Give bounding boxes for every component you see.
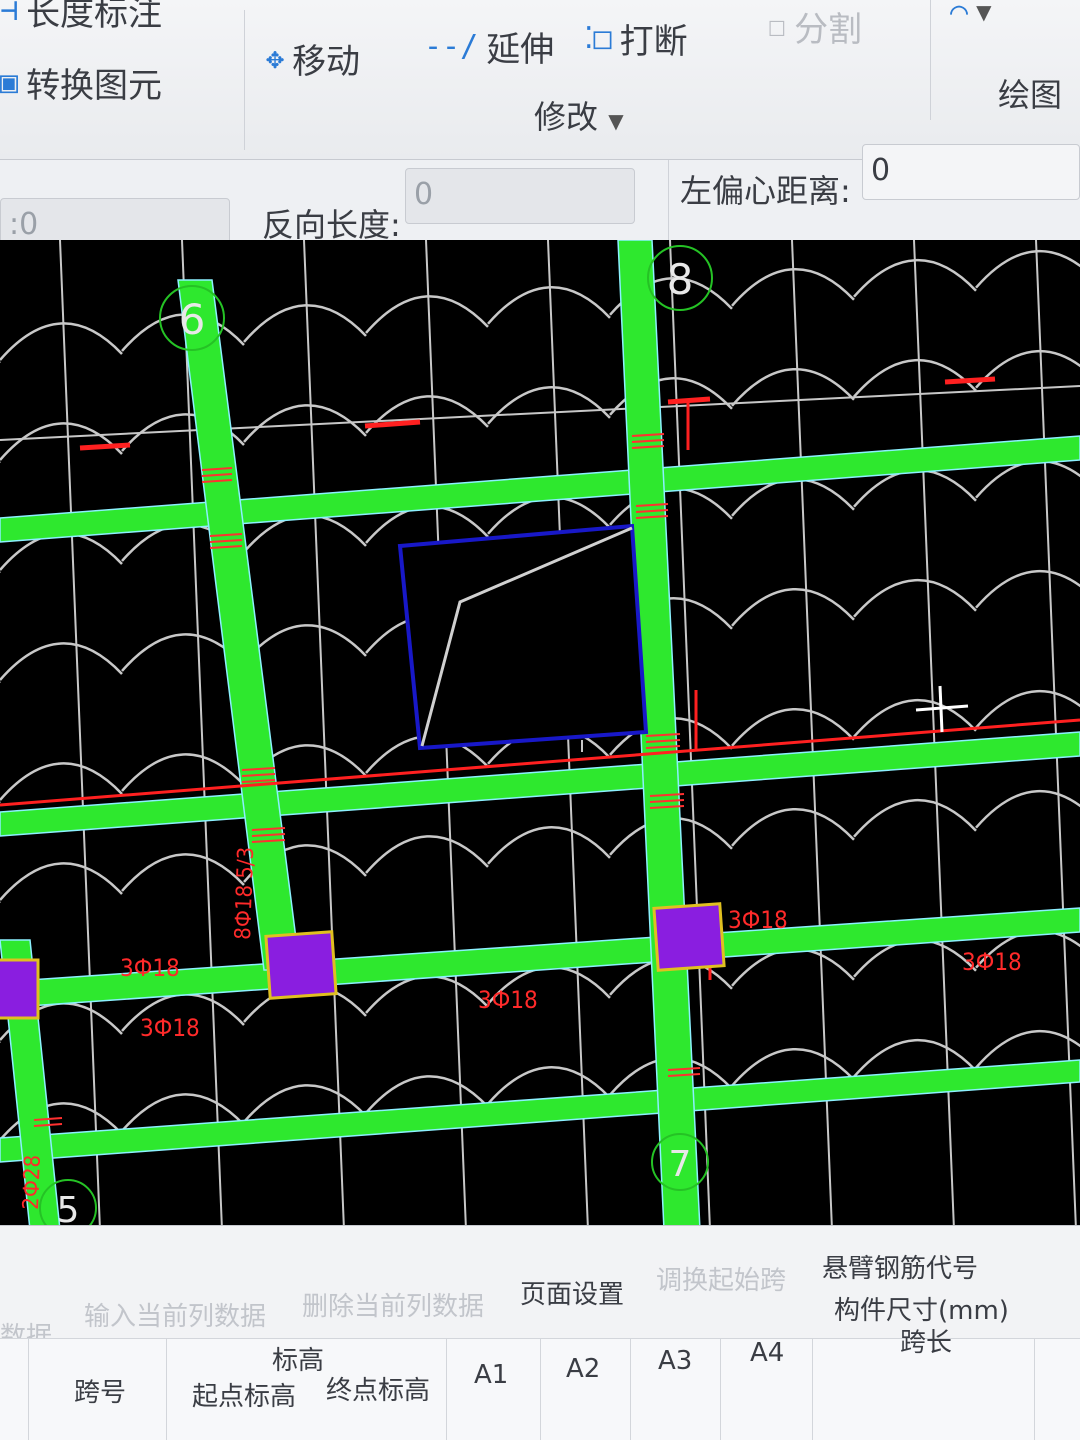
ribbon-separator: [930, 0, 931, 120]
break-label: 打断: [619, 22, 688, 62]
toolbar-swap-span[interactable]: 调换起始跨: [656, 1260, 786, 1297]
column[interactable]: [264, 930, 338, 1000]
left-offset-label: 左偏心距离:: [680, 172, 851, 210]
rebar-label[interactable]: 3Ф18: [478, 986, 538, 1014]
convert-element-label: 转换图元: [26, 66, 163, 106]
column-divider: [28, 1339, 29, 1440]
dimension-length-label: 长度标注: [26, 0, 163, 34]
rebar-annotations: 3Ф18 3Ф18 3Ф18 3Ф18 3Ф18 8Ф18 5/3 2Ф28: [19, 846, 1022, 1210]
rebar-label[interactable]: 3Ф18: [728, 906, 788, 934]
move-button[interactable]: ✥ 移动: [266, 34, 360, 83]
left-offset-input[interactable]: 0: [862, 144, 1080, 200]
crosshair-cursor-icon: [915, 685, 969, 733]
reverse-length-input[interactable]: 0: [405, 168, 635, 224]
cad-drawing: 6 8 5 7 3Ф18 3Ф18 3Ф18 3Ф18 3Ф18 8Ф18 5/…: [0, 240, 1080, 1230]
reference-tick: [364, 419, 421, 429]
grid-line: [0, 385, 1080, 441]
beam[interactable]: [0, 1059, 1080, 1163]
options-separator: [668, 160, 669, 240]
selection-box[interactable]: [397, 523, 649, 751]
beam[interactable]: [0, 731, 1080, 837]
axis-label: 5: [57, 1190, 80, 1230]
rebar-label[interactable]: 3Ф18: [140, 1014, 200, 1042]
move-icon: ✥: [266, 41, 285, 76]
toolbar-input-column[interactable]: 输入当前列数据: [84, 1296, 266, 1333]
reference-tick: [79, 442, 131, 451]
caret-down-icon: ▼: [976, 0, 992, 24]
selected-region[interactable]: [397, 523, 649, 752]
ribbon-separator: [244, 10, 245, 150]
column-divider: [1034, 1339, 1035, 1440]
axis-label: 7: [669, 1144, 692, 1185]
column[interactable]: [652, 902, 726, 972]
reference-tick: [667, 396, 711, 405]
arc-icon: ⌒: [950, 0, 969, 29]
move-label: 移动: [292, 42, 361, 82]
convert-element-button[interactable]: ▣ 转换图元: [0, 58, 162, 107]
reference-tick: [944, 376, 996, 385]
dimension-length-button[interactable]: ⊣ 长度标注: [0, 0, 162, 35]
header-a2[interactable]: A2: [566, 1354, 600, 1384]
break-icon: ⁚□: [584, 21, 612, 56]
split-label: 分割: [794, 10, 863, 50]
header-span-length[interactable]: 跨长: [900, 1322, 952, 1359]
header-elevation: 标高: [272, 1346, 325, 1376]
rebar-label[interactable]: 8Ф18 5/3: [231, 846, 259, 940]
column-divider: [630, 1339, 631, 1440]
column-divider: [720, 1339, 721, 1440]
header-a1[interactable]: A1: [474, 1360, 508, 1390]
header-a4[interactable]: A4: [750, 1338, 784, 1368]
rebar-label[interactable]: 2Ф28: [19, 1155, 46, 1211]
axis-label: 8: [667, 255, 694, 304]
column-divider: [812, 1339, 813, 1440]
axis-markers: 6 8 5 7: [39, 245, 713, 1230]
toolbar-cantilever-code[interactable]: 悬臂钢筋代号: [822, 1248, 978, 1285]
header-span-no[interactable]: 跨号: [74, 1372, 126, 1409]
column-divider: [166, 1339, 167, 1440]
column-divider: [540, 1339, 541, 1440]
arc-draw-button[interactable]: ⌒ ▼: [950, 0, 991, 29]
split-icon: ☐: [768, 9, 787, 44]
extend-icon: --/: [424, 29, 479, 64]
column[interactable]: [0, 958, 40, 1020]
ribbon: ⊣ 长度标注 ▣ 转换图元 ✥ 移动 --/ 延伸 ⁚□ 打断 ☐ 分割 修改 …: [0, 0, 1080, 160]
header-start-elevation[interactable]: 起点标高: [192, 1376, 296, 1413]
drawing-canvas[interactable]: 6 8 5 7 3Ф18 3Ф18 3Ф18 3Ф18 3Ф18 8Ф18 5/…: [0, 240, 1080, 1230]
rebar-label[interactable]: 3Ф18: [962, 948, 1022, 976]
caret-down-icon: ▼: [608, 109, 624, 133]
extend-label: 延伸: [486, 30, 555, 70]
grid-line: [303, 240, 345, 1230]
extend-button[interactable]: --/ 延伸: [424, 22, 554, 71]
convert-icon: ▣: [0, 65, 19, 100]
grid-line: [59, 240, 101, 1230]
axis-label: 6: [179, 295, 206, 344]
header-a3[interactable]: A3: [658, 1346, 692, 1376]
column-divider: [446, 1339, 447, 1440]
break-button[interactable]: ⁚□ 打断: [584, 14, 688, 63]
header-end-elevation[interactable]: 终点标高: [326, 1370, 430, 1407]
rebar-label[interactable]: 3Ф18: [120, 954, 180, 982]
modify-group-label[interactable]: 修改 ▼: [534, 92, 624, 138]
toolbar-delete-column[interactable]: 删除当前列数据: [302, 1286, 484, 1323]
draw-group-label: 绘图: [998, 76, 1063, 114]
split-button[interactable]: ☐ 分割: [768, 2, 862, 51]
beam-table-panel: 数据 输入当前列数据 删除当前列数据 页面设置 调换起始跨 悬臂钢筋代号 跨号 …: [0, 1225, 1080, 1440]
beam[interactable]: [0, 435, 1080, 543]
dimension-icon: ⊣: [0, 0, 19, 28]
toolbar-page-setup[interactable]: 页面设置: [520, 1274, 624, 1311]
